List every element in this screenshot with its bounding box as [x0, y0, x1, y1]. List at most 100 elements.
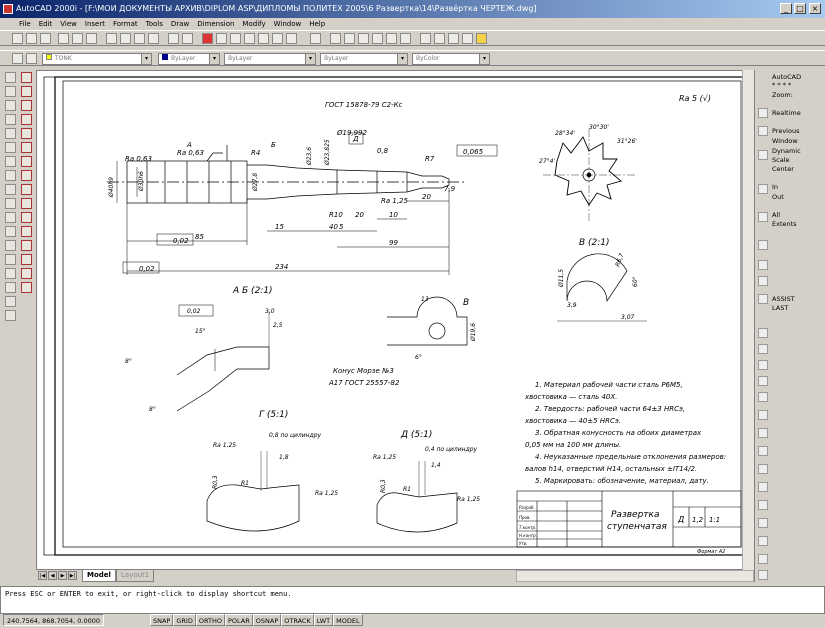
- layer-select[interactable]: TONK: [42, 53, 152, 65]
- 3d-orbit-icon[interactable]: [258, 33, 269, 44]
- zoom-in[interactable]: In: [772, 184, 778, 191]
- zoom-realtime-icon[interactable]: [758, 108, 768, 118]
- today-icon[interactable]: [476, 33, 487, 44]
- drawing-area[interactable]: Ra 5 (√) 234 85 99 40 15 10 20 20 5 ГОСТ…: [36, 70, 754, 570]
- tab-layout1[interactable]: Layout1: [116, 570, 155, 582]
- properties-icon[interactable]: [420, 33, 431, 44]
- center-mark-icon[interactable]: [758, 500, 768, 510]
- leader-icon[interactable]: [758, 464, 768, 474]
- redo-icon[interactable]: [182, 33, 193, 44]
- save-icon[interactable]: [40, 33, 51, 44]
- dim-update-icon[interactable]: [758, 536, 768, 546]
- region-icon[interactable]: [5, 268, 16, 279]
- object-snap-icon[interactable]: [758, 240, 768, 250]
- named-views-icon[interactable]: [244, 33, 255, 44]
- pan-icon[interactable]: [330, 33, 341, 44]
- mirror-icon[interactable]: [21, 100, 32, 111]
- layers-icon[interactable]: [12, 53, 23, 64]
- match-properties-icon[interactable]: [148, 33, 159, 44]
- point-icon[interactable]: [5, 240, 16, 251]
- copy-icon[interactable]: [120, 33, 131, 44]
- help-icon[interactable]: [462, 33, 473, 44]
- edit-text-icon[interactable]: [5, 310, 16, 321]
- scale-icon[interactable]: [21, 170, 32, 181]
- zoom-realtime-icon[interactable]: [344, 33, 355, 44]
- make-layer-current-icon[interactable]: [26, 53, 37, 64]
- dim-angular-icon[interactable]: [758, 410, 768, 420]
- extend-icon[interactable]: [21, 226, 32, 237]
- linetype-select[interactable]: ByLayer: [224, 53, 316, 65]
- maximize-button[interactable]: □: [794, 3, 806, 14]
- find-icon[interactable]: [86, 33, 97, 44]
- construction-line-icon[interactable]: [5, 86, 16, 97]
- zoom-window[interactable]: Window: [772, 138, 798, 145]
- zoom-previous[interactable]: Previous: [772, 128, 799, 135]
- mode-lwt[interactable]: LWT: [313, 614, 334, 626]
- dim-continue-icon[interactable]: [758, 446, 768, 456]
- offset-icon[interactable]: [21, 114, 32, 125]
- tab-next-icon[interactable]: ▶: [58, 571, 67, 580]
- polygon-icon[interactable]: [5, 128, 16, 139]
- dim-baseline-icon[interactable]: [758, 428, 768, 438]
- move-icon[interactable]: [21, 142, 32, 153]
- make-block-icon[interactable]: [5, 226, 16, 237]
- explode-icon[interactable]: [21, 282, 32, 293]
- zoom-scale[interactable]: Scale: [772, 157, 790, 164]
- lineweight-select[interactable]: ByLayer: [320, 53, 408, 65]
- menu-tools[interactable]: Tools: [143, 20, 166, 28]
- zoom-all-icon[interactable]: [386, 33, 397, 44]
- zoom-previous-icon[interactable]: [758, 126, 768, 136]
- close-button[interactable]: ×: [809, 3, 821, 14]
- copy-object-icon[interactable]: [21, 86, 32, 97]
- dim-diameter-icon[interactable]: [758, 392, 768, 402]
- spline-icon[interactable]: [5, 184, 16, 195]
- zoom-all[interactable]: All: [772, 212, 780, 219]
- arc-icon[interactable]: [5, 156, 16, 167]
- dim-tedit-icon[interactable]: [758, 570, 768, 580]
- menu-format[interactable]: Format: [110, 20, 141, 28]
- mode-osnap[interactable]: OSNAP: [252, 614, 282, 626]
- shade-icon[interactable]: [272, 33, 283, 44]
- vertical-scrollbar[interactable]: [742, 70, 754, 570]
- break-icon[interactable]: [21, 240, 32, 251]
- menu-help[interactable]: Help: [306, 20, 328, 28]
- circle-icon[interactable]: [5, 170, 16, 181]
- mode-grid[interactable]: GRID: [173, 614, 196, 626]
- dim-style-icon[interactable]: [758, 554, 768, 564]
- multiline-icon[interactable]: [5, 100, 16, 111]
- array-icon[interactable]: [21, 128, 32, 139]
- dim-radius-icon[interactable]: [758, 376, 768, 386]
- menu-view[interactable]: View: [57, 20, 80, 28]
- zoom-dynamic[interactable]: Dynamic: [772, 148, 801, 155]
- ellipse-icon[interactable]: [5, 198, 16, 209]
- horizontal-scrollbar[interactable]: [516, 570, 754, 582]
- render-icon[interactable]: [286, 33, 297, 44]
- tolerance-icon[interactable]: [758, 482, 768, 492]
- menu-window[interactable]: Window: [271, 20, 305, 28]
- ucs-icon[interactable]: [230, 33, 241, 44]
- cut-icon[interactable]: [106, 33, 117, 44]
- tab-last-icon[interactable]: ▶|: [68, 571, 77, 580]
- zoom-extents-icon[interactable]: [400, 33, 411, 44]
- undo-icon[interactable]: [168, 33, 179, 44]
- tab-model[interactable]: Model: [82, 570, 116, 582]
- design-center-icon[interactable]: [434, 33, 445, 44]
- mode-ortho[interactable]: ORTHO: [195, 614, 225, 626]
- menu-edit[interactable]: Edit: [36, 20, 56, 28]
- zoom-in-icon[interactable]: [758, 184, 768, 194]
- snap-center-icon[interactable]: [758, 294, 768, 304]
- mode-polar[interactable]: POLAR: [224, 614, 253, 626]
- print-icon[interactable]: [58, 33, 69, 44]
- polyline-icon[interactable]: [5, 114, 16, 125]
- trim-icon[interactable]: [21, 212, 32, 223]
- menu-dimension[interactable]: Dimension: [194, 20, 237, 28]
- assist-label[interactable]: ASSIST: [772, 296, 795, 303]
- last-label[interactable]: LAST: [772, 305, 788, 312]
- zoom-previous-icon[interactable]: [372, 33, 383, 44]
- rotate-icon[interactable]: [21, 156, 32, 167]
- command-line[interactable]: Press ESC or ENTER to exit, or right-cli…: [0, 586, 825, 614]
- tool-palette-icon[interactable]: [448, 33, 459, 44]
- dim-ordinate-icon[interactable]: [758, 360, 768, 370]
- open-icon[interactable]: [26, 33, 37, 44]
- distance-icon[interactable]: [310, 33, 321, 44]
